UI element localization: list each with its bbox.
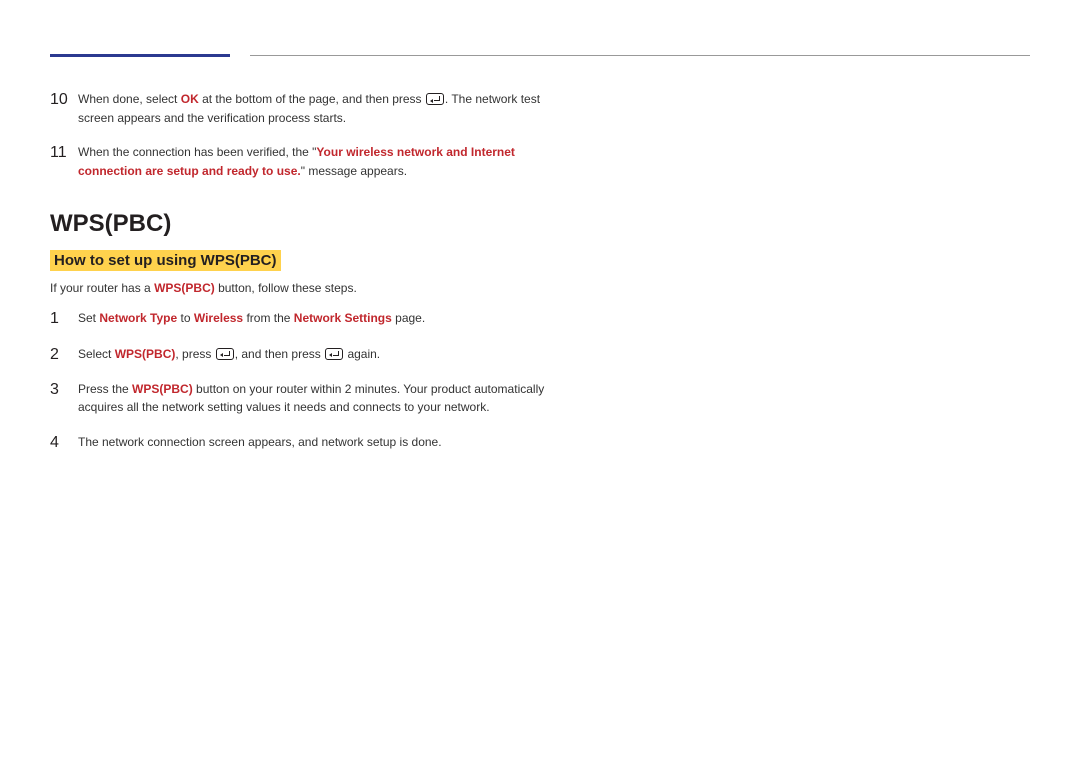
body-text: from the [243,311,294,325]
emphasis-text: OK [181,92,199,106]
step-item: 11When the connection has been verified,… [50,143,570,180]
body-text: When the connection has been verified, t… [78,145,316,159]
body-text: Select [78,347,115,361]
emphasis-text: WPS(PBC) [154,281,215,295]
step-number: 3 [50,380,78,399]
body-text: If your router has a [50,281,154,295]
step-item: 2Select WPS(PBC), press , and then press… [50,345,570,364]
enter-icon [325,348,343,360]
step-number: 10 [50,90,78,109]
body-text: When done, select [78,92,181,106]
body-text: Set [78,311,99,325]
body-text: , press [175,347,214,361]
step-body: When the connection has been verified, t… [78,143,570,180]
content-column: 10When done, select OK at the bottom of … [50,80,570,452]
body-text: " message appears. [301,164,407,178]
emphasis-text: Network Settings [294,311,392,325]
body-text: , and then press [235,347,324,361]
body-text: to [177,311,194,325]
emphasis-text: Network Type [99,311,177,325]
body-text: Press the [78,382,132,396]
step-number: 4 [50,433,78,452]
header-rule [50,40,1030,60]
step-item: 4The network connection screen appears, … [50,433,570,452]
emphasis-text: WPS(PBC) [115,347,176,361]
body-text: at the bottom of the page, and then pres… [199,92,425,106]
body-text: again. [344,347,380,361]
step-number: 11 [50,143,78,162]
body-text: The network connection screen appears, a… [78,435,442,449]
step-number: 1 [50,309,78,328]
step-body: When done, select OK at the bottom of th… [78,90,570,127]
steps-wps-list: 1Set Network Type to Wireless from the N… [50,309,570,452]
emphasis-text: WPS(PBC) [132,382,193,396]
step-item: 1Set Network Type to Wireless from the N… [50,309,570,328]
section-title: WPS(PBC) [50,210,570,238]
body-text: button, follow these steps. [215,281,357,295]
step-body: Press the WPS(PBC) button on your router… [78,380,570,417]
sub-title-highlight: How to set up using WPS(PBC) [50,250,281,271]
header-accent-bar [50,54,230,57]
step-body: Select WPS(PBC), press , and then press … [78,345,570,364]
step-item: 3Press the WPS(PBC) button on your route… [50,380,570,417]
enter-icon [216,348,234,360]
page-container: 10When done, select OK at the bottom of … [0,0,1080,452]
emphasis-text: Wireless [194,311,243,325]
step-body: The network connection screen appears, a… [78,433,570,452]
intro-text: If your router has a WPS(PBC) button, fo… [50,281,570,295]
body-text: page. [392,311,425,325]
step-item: 10When done, select OK at the bottom of … [50,90,570,127]
header-divider [250,55,1030,56]
enter-icon [426,93,444,105]
step-number: 2 [50,345,78,364]
step-body: Set Network Type to Wireless from the Ne… [78,309,570,328]
steps-top-list: 10When done, select OK at the bottom of … [50,90,570,180]
